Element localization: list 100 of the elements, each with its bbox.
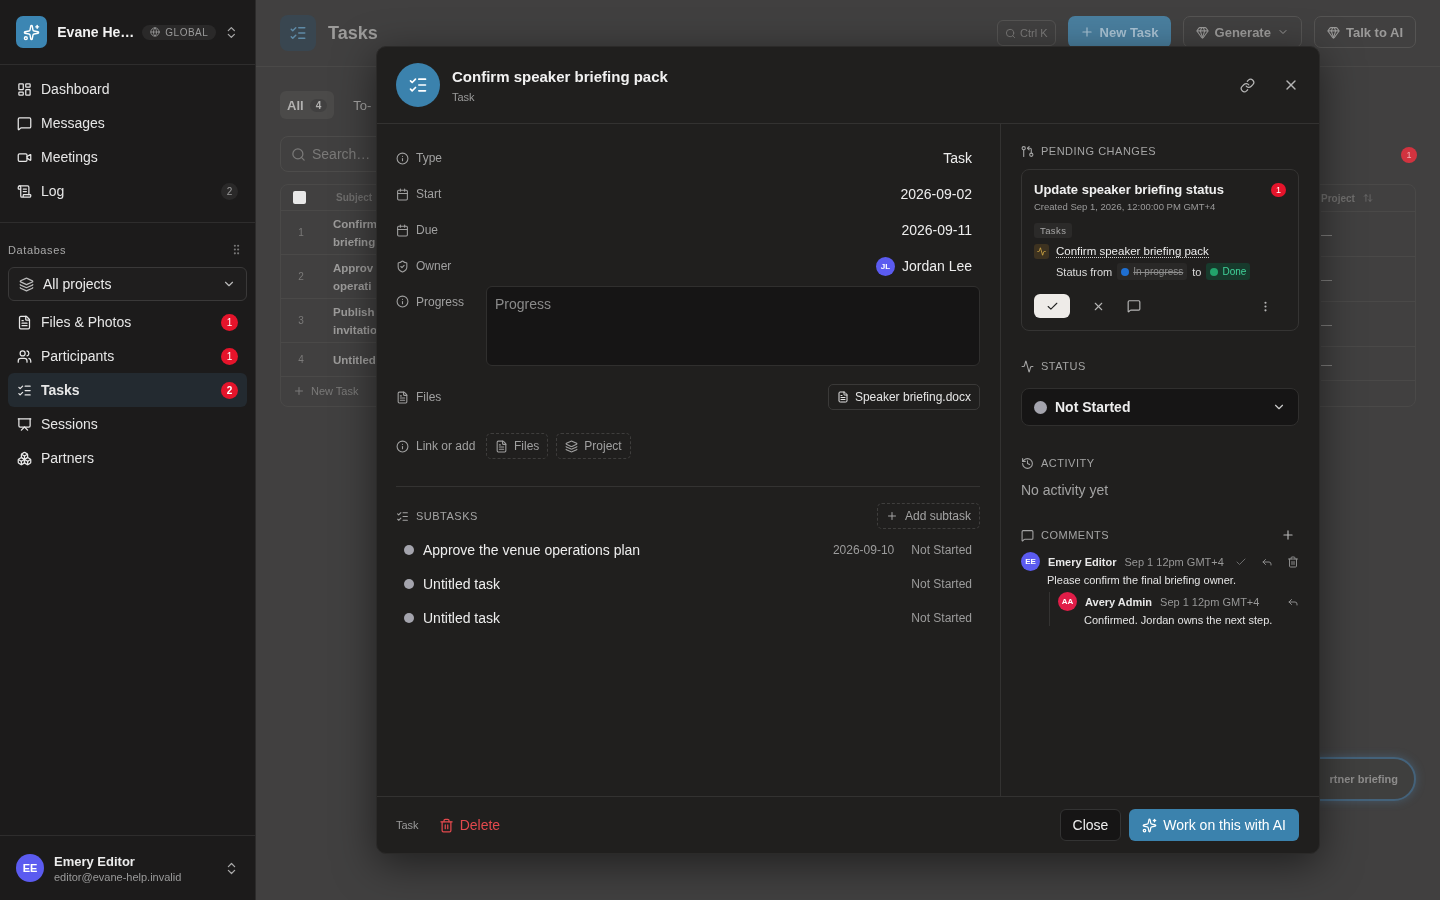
comment-author: Emery Editor: [1048, 555, 1117, 568]
filter-tab[interactable]: All 4: [280, 91, 335, 119]
approve-button[interactable]: [1034, 294, 1070, 318]
trash-icon: [438, 817, 454, 833]
nav-item[interactable]: Tasks 2: [8, 373, 247, 407]
file-icon: [17, 314, 32, 330]
comment-text: Please confirm the final briefing owner.: [1047, 574, 1237, 586]
nav-item[interactable]: Participants 1: [8, 339, 247, 373]
field-label: Owner: [416, 259, 452, 273]
subtask-status: Not Started: [911, 577, 972, 591]
field-value[interactable]: 2026-09-11: [901, 222, 972, 238]
table-cell-text: Untitled: [332, 352, 376, 368]
nav-item[interactable]: Files & Photos 1: [8, 305, 247, 339]
file-icon: [836, 391, 849, 403]
page-title: Tasks: [328, 22, 379, 44]
nav-item[interactable]: Dashboard: [8, 72, 247, 106]
field-value[interactable]: 2026-09-02: [900, 186, 972, 202]
link-chip[interactable]: Files: [486, 433, 549, 459]
field-label: Progress: [416, 294, 465, 309]
nav-item[interactable]: Messages: [8, 106, 247, 140]
field-label: Due: [416, 223, 438, 237]
add-icon[interactable]: [1281, 528, 1295, 542]
layers-icon: [19, 276, 34, 292]
section-title: COMMENTS: [1041, 529, 1110, 541]
count-badge: 1: [221, 313, 238, 331]
subtask-status: Not Started: [911, 611, 972, 625]
nav-item[interactable]: Meetings: [8, 140, 247, 174]
field-value[interactable]: Task: [943, 150, 972, 166]
project-select[interactable]: All projects: [8, 267, 247, 301]
section-title: STATUS: [1041, 360, 1086, 372]
field-label: Link or add: [416, 439, 476, 453]
old-status: In progress: [1117, 263, 1188, 280]
users-icon: [17, 348, 32, 364]
link-icon[interactable]: [1240, 77, 1255, 93]
info-icon: [396, 151, 409, 165]
nav-item[interactable]: Partners: [8, 441, 247, 475]
gem-icon: [1326, 25, 1340, 39]
scope-badge: GLOBAL: [142, 24, 217, 40]
scroll-icon: [17, 183, 32, 199]
table-cell-text: Approv operati: [332, 260, 374, 294]
status-dot: [404, 545, 414, 555]
status-select[interactable]: Not Started: [1021, 388, 1299, 426]
search-icon: [291, 146, 306, 162]
comment-time: Sep 1 12pm GMT+4: [1160, 595, 1261, 608]
status-dot: [404, 579, 414, 589]
close-button[interactable]: Close: [1059, 809, 1122, 841]
file-icon: [495, 439, 508, 453]
count-badge: 1: [1271, 182, 1286, 197]
subtask-status: Not Started: [911, 543, 972, 557]
created-date: Created Sep 1, 2026, 12:00:00 PM GMT+4: [1034, 201, 1217, 212]
checklist-icon: [396, 509, 409, 523]
trash-icon[interactable]: [1287, 555, 1299, 568]
boxes-icon: [17, 450, 32, 466]
sparkles-icon: [23, 23, 41, 41]
ai-button[interactable]: Work on this with AI: [1129, 809, 1299, 841]
file-chip[interactable]: Speaker briefing.docx: [827, 384, 980, 410]
comment-time: Sep 1 12pm GMT+4: [1124, 555, 1225, 568]
section-title: SUBTASKS: [416, 510, 478, 522]
select-all-checkbox[interactable]: [293, 191, 306, 205]
status-dot: [1034, 400, 1047, 414]
dashboard-icon: [17, 81, 32, 97]
comment-text: Confirmed. Jordan owns the next step.: [1084, 614, 1274, 626]
subtask-title[interactable]: Untitled task: [423, 576, 895, 592]
nav-item[interactable]: Sessions: [8, 407, 247, 441]
table-cell: —: [1321, 273, 1332, 285]
message-icon: [17, 115, 32, 131]
table-cell-text: Publish invitatio: [332, 304, 378, 338]
nav-item[interactable]: Log 2: [8, 174, 247, 208]
table-cell: —: [1321, 357, 1332, 370]
subtask-title[interactable]: Approve the venue operations plan: [423, 542, 816, 558]
task-icon: [396, 63, 440, 107]
record-type: Task: [396, 819, 419, 831]
table-tag: Tasks: [1034, 223, 1073, 238]
app-logo[interactable]: [16, 16, 48, 48]
gem-icon: [1195, 25, 1209, 39]
info-icon: [396, 439, 409, 453]
plus-icon: [293, 385, 305, 398]
filter-tab[interactable]: To-: [346, 91, 379, 119]
comment-icon[interactable]: [1127, 299, 1141, 313]
table-cell-text: Confirm briefing: [332, 216, 378, 250]
user-email: editor@evane-help.invalid: [54, 870, 183, 883]
progress-field[interactable]: Progress: [486, 286, 980, 366]
count-badge: 2: [221, 381, 238, 399]
shield-icon: [396, 259, 409, 273]
record-link[interactable]: Confirm speaker briefing pack: [1056, 245, 1209, 258]
delete-button[interactable]: Delete: [434, 815, 505, 835]
link-chip[interactable]: Project: [556, 433, 631, 459]
header-button[interactable]: Talk to AI: [1313, 16, 1416, 48]
sparkles-icon: [1142, 817, 1158, 833]
workspace-name[interactable]: Evane He…: [57, 24, 135, 40]
plus-icon: [885, 510, 898, 522]
new-status: Done: [1206, 263, 1251, 280]
owner-name[interactable]: Jordan Lee: [901, 258, 972, 274]
comment-author: Avery Admin: [1085, 595, 1153, 608]
pull-request-icon: [1021, 144, 1034, 158]
search-icon: [1005, 27, 1017, 39]
presentation-icon: [17, 416, 32, 432]
file-icon: [396, 390, 409, 404]
subtask-title[interactable]: Untitled task: [423, 610, 895, 626]
add-subtask-button[interactable]: Add subtask: [876, 503, 980, 529]
